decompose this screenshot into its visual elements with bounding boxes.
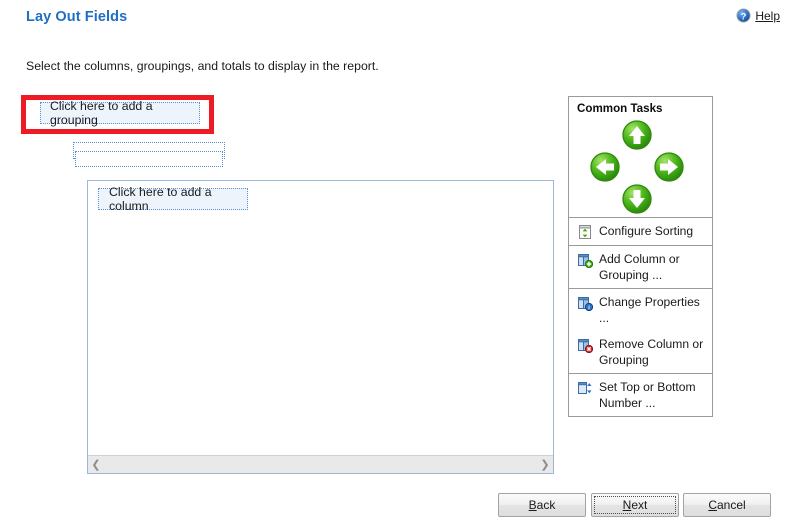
common-tasks-panel: Common Tasks Configure Sorting Add Colum…: [568, 96, 713, 417]
add-column-or-grouping-item[interactable]: Add Column or Grouping ...: [569, 246, 712, 288]
chevron-left-icon[interactable]: ❮: [88, 458, 104, 471]
remove-column-or-grouping-item[interactable]: Remove Column or Grouping: [569, 331, 712, 373]
sort-arrows-icon: [579, 225, 591, 239]
configure-sorting-item[interactable]: Configure Sorting: [569, 218, 712, 245]
set-top-or-bottom-number-item[interactable]: Set Top or Bottom Number ...: [569, 374, 712, 416]
arrow-up-circle-icon[interactable]: [621, 119, 653, 151]
chevron-right-icon[interactable]: ❯: [537, 458, 553, 471]
grouping-area: Click here to add a grouping: [40, 99, 225, 167]
top-bottom-number-icon: [578, 382, 592, 394]
help-question-circle-icon: ?: [736, 8, 751, 23]
common-tasks-header: Common Tasks: [577, 102, 663, 115]
cancel-accel: C: [708, 498, 717, 512]
configure-sorting-label: Configure Sorting: [599, 224, 694, 238]
next-accel: N: [622, 498, 632, 512]
page-title: Lay Out Fields: [26, 9, 128, 25]
remove-column-icon: [578, 339, 593, 353]
add-grouping-placeholder[interactable]: Click here to add a grouping: [40, 99, 200, 127]
change-properties-label: Change Properties ...: [599, 295, 700, 325]
change-properties-item[interactable]: i Change Properties ...: [569, 289, 712, 331]
back-accel: B: [528, 498, 537, 512]
instruction-text: Select the columns, groupings, and total…: [26, 59, 379, 73]
cancel-rest: ancel: [716, 498, 746, 512]
next-button[interactable]: Next: [591, 493, 679, 517]
help-label: Help: [755, 8, 780, 23]
horizontal-scrollbar[interactable]: ❮ ❯: [88, 455, 553, 473]
grouping-empty-row-2[interactable]: [75, 151, 223, 167]
svg-text:?: ?: [741, 11, 747, 21]
add-column-or-grouping-label: Add Column or Grouping ...: [599, 252, 680, 282]
wizard-footer: Back Next Cancel: [0, 492, 798, 518]
tasks-nav-group: Common Tasks: [568, 96, 713, 218]
navigation-pad: [569, 117, 712, 217]
tasks-group-add: Add Column or Grouping ...: [568, 245, 713, 289]
add-column-placeholder[interactable]: Click here to add a column: [98, 185, 248, 213]
next-rest: ext: [631, 498, 648, 512]
back-button[interactable]: Back: [498, 493, 586, 517]
help-link[interactable]: ? Help: [736, 8, 780, 23]
back-rest: ack: [536, 498, 556, 512]
cancel-button[interactable]: Cancel: [683, 493, 771, 517]
tasks-group-topbottom: Set Top or Bottom Number ...: [568, 373, 713, 417]
arrow-left-circle-icon[interactable]: [589, 151, 621, 183]
properties-info-icon: i: [578, 297, 593, 311]
tasks-group-modify: i Change Properties ... Remove Column or…: [568, 288, 713, 374]
remove-column-or-grouping-label: Remove Column or Grouping: [599, 337, 704, 367]
tasks-group-sorting: Configure Sorting: [568, 217, 713, 246]
add-column-icon: [578, 254, 593, 268]
arrow-right-circle-icon[interactable]: [653, 151, 685, 183]
set-top-or-bottom-number-label: Set Top or Bottom Number ...: [599, 380, 696, 410]
column-design-surface[interactable]: Click here to add a column ❮ ❯: [87, 180, 554, 474]
arrow-down-circle-icon[interactable]: [621, 183, 653, 215]
